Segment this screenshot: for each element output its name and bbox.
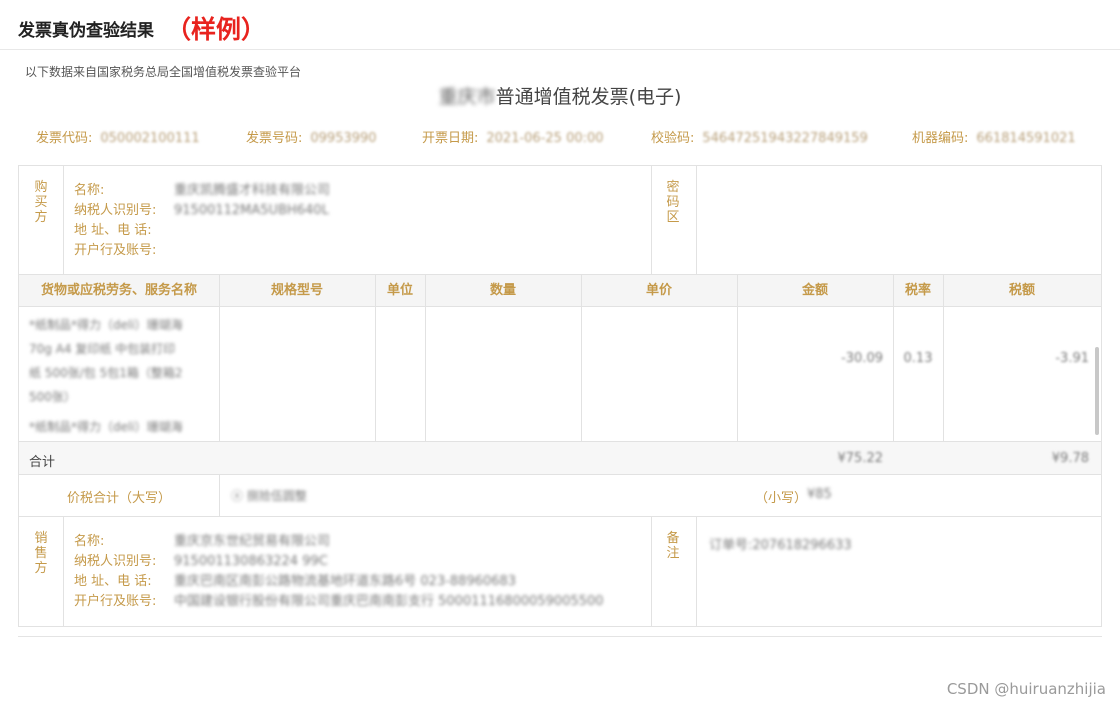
invoice-title: 重庆市普通增值税发票(电子) <box>0 82 1120 109</box>
invoice-codes: 发票代码: 050002100111 发票号码: 09953990 开票日期: 202… <box>0 127 1120 147</box>
tax-total-label: 价税合计（大写） <box>66 491 171 506</box>
goods-item-name: *纸制品*得力（deli）珊瑚海 <box>29 420 183 434</box>
goods-table: 货物或应税劳务、服务名称 规格型号 单位 数量 单价 金额 税率 税额 *纸制品… <box>18 275 1102 475</box>
invoice-type: 普通增值税发票(电子) <box>495 86 682 108</box>
machine-code: 机器编码: 661814591021 <box>912 131 1076 146</box>
goods-amount: -30.09 <box>841 351 883 366</box>
goods-table-header: 货物或应税劳务、服务名称 规格型号 单位 数量 单价 金额 税率 税额 <box>19 275 1101 307</box>
buyer-tax-id: 91500112MA5UBH640L <box>174 203 329 218</box>
tax-total-upper: ⓧ 捌拾伍圆整 <box>231 489 307 503</box>
seller-address: 重庆巴南区南彭公路物流基地环道东路6号 023-88960683 <box>174 574 517 589</box>
goods-table-body: *纸制品*得力（deli）珊瑚海 70g A4 复印纸 中包装打印 纸 500张… <box>19 307 1101 441</box>
seller-bank: 中国建设银行股份有限公司重庆巴南南彭支行 5000111680005900550… <box>174 594 604 609</box>
csdn-watermark: CSDN @huiruanzhijia <box>946 680 1106 698</box>
password-area-label: 密码区 <box>666 180 680 225</box>
tax-total-lower-label: （小写） <box>755 491 808 506</box>
buyer-name: 重庆凯腾盛才科技有限公司 <box>174 183 331 198</box>
tax-total-lower: ¥85 <box>807 487 832 502</box>
buyer-label: 购买方 <box>34 180 48 225</box>
page-header: 发票真伪查验结果 （样例） <box>0 0 1120 50</box>
buyer-info: 名称: 重庆凯腾盛才科技有限公司 纳税人识别号: 91500112MA5UBH640… <box>74 183 331 258</box>
invoice-number: 发票号码: 09953990 <box>246 131 377 146</box>
data-source-note: 以下数据来自国家税务总局全国增值税发票查验平台 <box>25 65 302 79</box>
seller-tax-id: 915001130863224 99C <box>174 554 328 569</box>
goods-tax: -3.91 <box>1055 351 1089 366</box>
goods-scrollbar[interactable] <box>1095 347 1099 435</box>
seller-info: 名称: 重庆京东世纪贸易有限公司 纳税人识别号: 915001130863224 9… <box>74 532 604 612</box>
invoice-code: 发票代码: 050002100111 <box>36 131 200 146</box>
remark-text: 订单号:207618296633 <box>709 538 852 553</box>
remark-label: 备注 <box>666 531 680 561</box>
seller-name: 重庆京东世纪贸易有限公司 <box>174 534 331 549</box>
invoice-city: 重庆市 <box>438 86 496 108</box>
total-amount: ¥75.22 <box>837 451 884 466</box>
seller-section: 销售方 名称: 重庆京东世纪贸易有限公司 纳税人识别号: 9150011308632… <box>18 517 1102 627</box>
check-code: 校验码: 54647251943227849159 <box>651 131 868 146</box>
buyer-section: 购买方 名称: 重庆凯腾盛才科技有限公司 纳税人识别号: 91500112MA5UB… <box>18 165 1102 275</box>
goods-item-name: *纸制品*得力（deli）珊瑚海 70g A4 复印纸 中包装打印 纸 500张… <box>29 318 183 404</box>
bottom-divider <box>18 636 1102 637</box>
invoice-date: 开票日期: 2021-06-25 00:00 <box>422 131 604 146</box>
page-title: 发票真伪查验结果 <box>18 21 154 41</box>
seller-label: 销售方 <box>34 531 48 576</box>
total-label: 合计 <box>29 455 56 470</box>
total-tax: ¥9.78 <box>1051 451 1089 466</box>
goods-tax-rate: 0.13 <box>903 351 933 366</box>
tax-total-row: 价税合计（大写） ⓧ 捌拾伍圆整 （小写） ¥85 <box>18 475 1102 517</box>
goods-total-row: 合计 ¥75.22 ¥9.78 <box>19 441 1101 475</box>
sample-mark: （样例） <box>166 15 267 44</box>
